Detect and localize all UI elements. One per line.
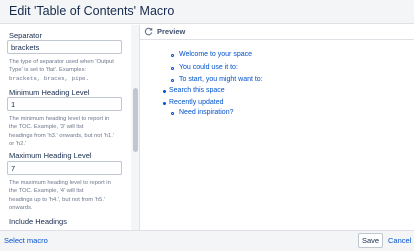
max-heading-help-line: the TOC. Example, '4' will list	[9, 188, 84, 195]
max-heading-field[interactable]	[7, 161, 122, 175]
toc-bullet-icon	[171, 54, 174, 57]
max-heading-help: The maximum heading level to report in t…	[9, 179, 129, 212]
max-heading-label: Maximum Heading Level	[9, 151, 92, 160]
macro-parameters-panel: Separator The type of separator used whe…	[0, 25, 137, 230]
panel-divider	[139, 25, 140, 230]
toc-bullet-icon	[171, 79, 174, 82]
parameters-scrollbar-thumb[interactable]	[133, 88, 138, 152]
select-macro-link[interactable]: Select macro	[4, 236, 48, 245]
dialog-footer	[0, 230, 414, 251]
toc-bullet-icon	[171, 67, 174, 70]
min-heading-help-line: the TOC. Example, '3' will list	[9, 124, 84, 131]
dialog-title: Edit 'Table of Contents' Macro	[9, 4, 175, 18]
toc-link-to-start[interactable]: To start, you might want to:	[179, 76, 263, 83]
separator-help-line: The type of separator used when 'Output	[9, 59, 114, 65]
include-headings-label: Include Headings	[9, 217, 67, 226]
separator-field[interactable]	[7, 40, 122, 54]
min-heading-help-line: or 'h2.'	[9, 140, 27, 147]
cancel-button[interactable]: Cancel	[388, 236, 411, 245]
separator-label: Separator	[9, 31, 42, 40]
save-button[interactable]: Save	[358, 233, 383, 248]
toc-bullet-icon	[171, 112, 174, 115]
max-heading-help-line: onwards.	[9, 204, 33, 211]
min-heading-label: Minimum Heading Level	[9, 88, 90, 97]
toc-link-search[interactable]: Search this space	[169, 87, 225, 94]
min-heading-help: The minimum heading level to report in t…	[9, 115, 129, 148]
max-heading-help-line: headings up to 'h4.', but not from 'h5.'	[9, 196, 105, 203]
toc-bullet-icon	[163, 90, 166, 93]
min-heading-field[interactable]	[7, 97, 122, 111]
separator-help-examples: brackets, braces, pipe.	[9, 74, 90, 82]
toc-link-welcome[interactable]: Welcome to your space	[179, 51, 252, 58]
toc-link-recently-updated[interactable]: Recently updated	[169, 99, 223, 106]
refresh-icon[interactable]	[144, 27, 153, 36]
toc-link-need-inspiration[interactable]: Need inspiration?	[179, 109, 233, 116]
min-heading-help-line: The minimum heading level to report in	[9, 116, 110, 122]
min-heading-help-line: headings from 'h3.' onwards, but not 'h1…	[9, 132, 114, 139]
toc-bullet-icon	[163, 102, 166, 105]
max-heading-help-line: The maximum heading level to report in	[9, 180, 111, 186]
preview-label: Preview	[157, 27, 186, 36]
separator-help-line: Type' is set to 'flat'. Examples:	[9, 67, 87, 74]
separator-help: The type of separator used when 'Output …	[9, 58, 129, 83]
toc-link-could-use[interactable]: You could use it to:	[179, 64, 238, 71]
